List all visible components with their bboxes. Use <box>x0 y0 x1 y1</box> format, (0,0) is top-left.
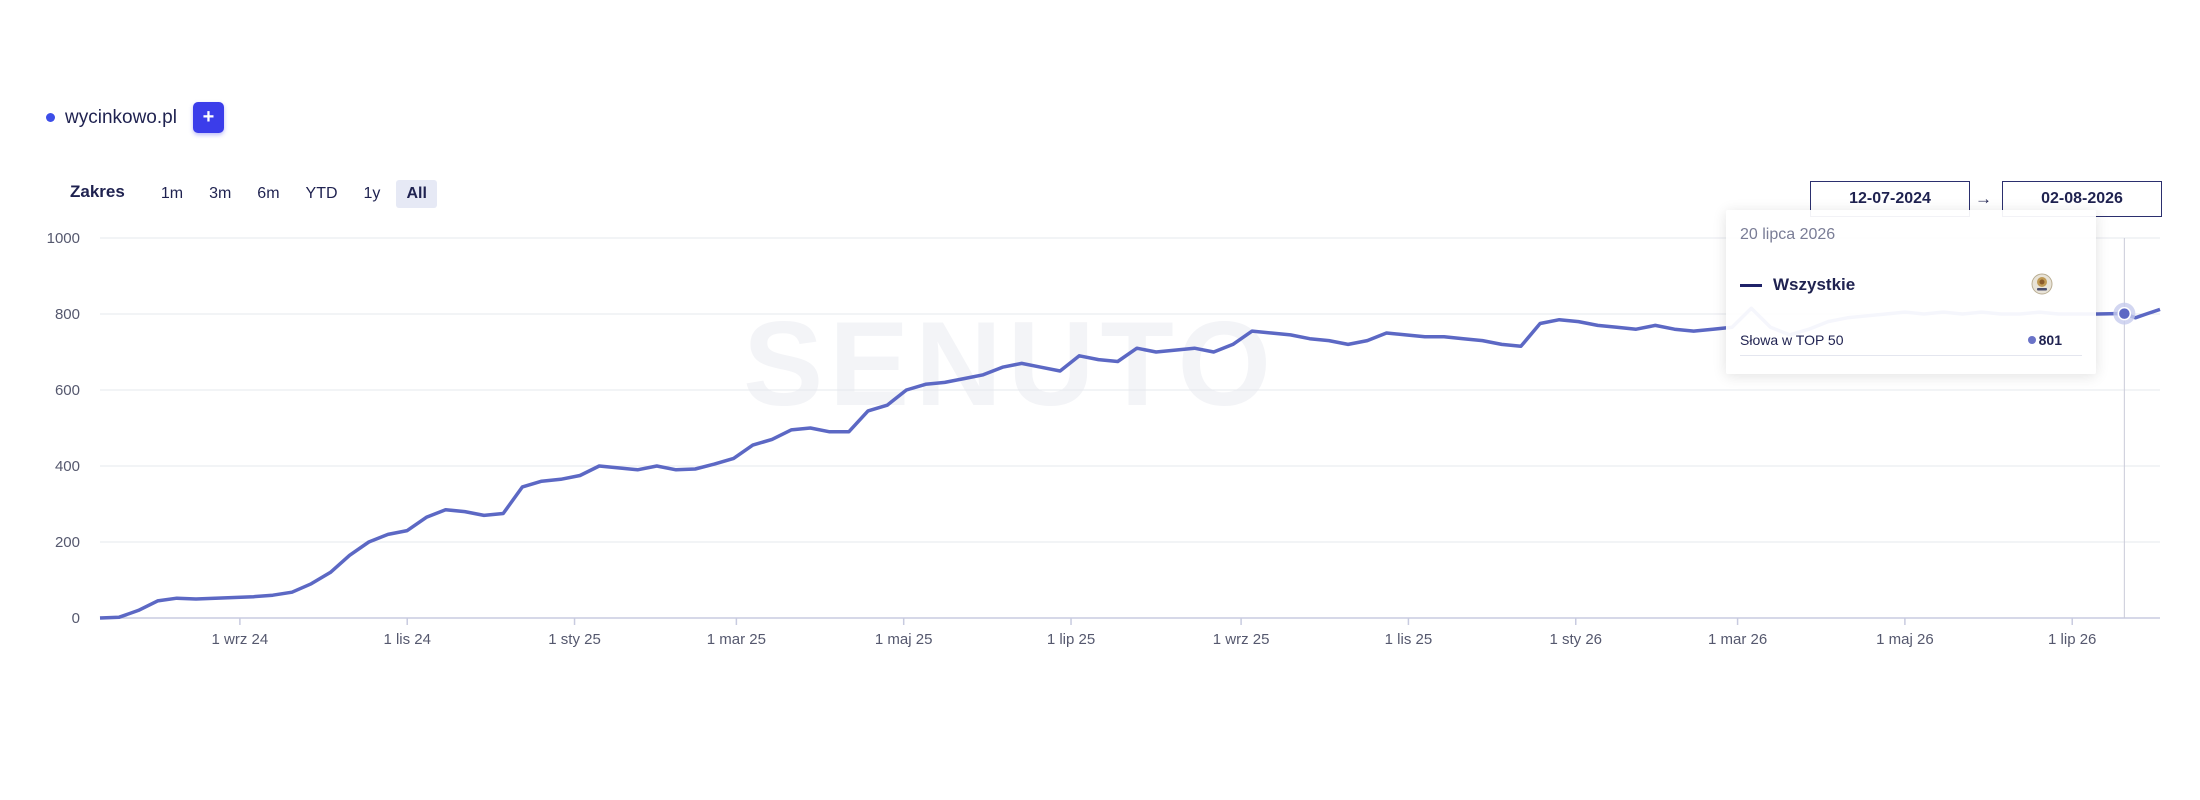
tooltip-value-dot <box>2027 336 2036 344</box>
y-tick-label: 200 <box>55 534 80 551</box>
line-chart: SENUTO 02004006008001000 1 wrz 24 1 lis 2… <box>47 230 2161 648</box>
x-tick-label: 1 lis 24 <box>383 631 431 648</box>
range-1y-button[interactable]: 1y <box>354 180 391 208</box>
x-tick-label: 1 mar 25 <box>707 631 766 648</box>
y-tick-label: 600 <box>55 382 80 399</box>
tooltip-metric-label: Słowa w TOP 50 <box>1740 332 1844 348</box>
tooltip-date: 20 lipca 2026 <box>1740 226 1836 243</box>
tooltip-metric-value: 801 <box>2038 332 2062 348</box>
range-all-button[interactable]: All <box>396 180 437 208</box>
range-3m-button[interactable]: 3m <box>199 180 241 208</box>
legend-dot <box>46 113 55 122</box>
add-site-button[interactable]: + <box>192 102 224 133</box>
tooltip-metric-value-wrap: 801 <box>2027 332 2062 348</box>
x-tick-label: 1 wrz 25 <box>1213 631 1270 648</box>
seal-icon <box>2031 273 2053 295</box>
legend-site-label[interactable]: wycinkowo.pl <box>65 107 177 129</box>
x-tick-label: 1 lip 25 <box>1047 631 1095 648</box>
range-ytd-button[interactable]: YTD <box>296 180 348 208</box>
x-tick-label: 1 maj 25 <box>875 631 933 648</box>
chart-tooltip: 20 lipca 2026 Wszystkie Słowa w TOP 50 8… <box>1726 210 2096 374</box>
range-1m-button[interactable]: 1m <box>151 180 193 208</box>
tooltip-series: Wszystkie <box>1740 275 1855 295</box>
x-tick-label: 1 sty 25 <box>548 631 601 648</box>
x-tick-label: 1 mar 26 <box>1708 631 1767 648</box>
x-tick-label: 1 wrz 24 <box>212 631 269 648</box>
y-tick-label: 400 <box>55 458 80 475</box>
x-tick-label: 1 lis 25 <box>1385 631 1433 648</box>
y-tick-label: 1000 <box>47 230 80 247</box>
tooltip-series-name: Wszystkie <box>1773 275 1856 294</box>
tooltip-metric-row: Słowa w TOP 50 801 <box>1740 332 2082 356</box>
hover-point[interactable] <box>2117 306 2132 321</box>
tooltip-series-swatch <box>1740 283 1762 287</box>
date-range-arrow: → <box>1975 189 1992 208</box>
x-tick-label: 1 maj 26 <box>1876 631 1934 648</box>
range-6m-button[interactable]: 6m <box>247 180 289 208</box>
y-tick-label: 800 <box>55 306 80 323</box>
chart-legend: wycinkowo.pl + <box>46 102 224 133</box>
x-tick-label: 1 sty 26 <box>1549 631 1602 648</box>
y-tick-label: 0 <box>72 610 80 627</box>
x-tick-label: 1 lip 26 <box>2048 631 2096 648</box>
range-selector: Zakres 1m 3m 6m YTD 1y All <box>70 180 443 208</box>
range-label: Zakres <box>70 182 125 201</box>
